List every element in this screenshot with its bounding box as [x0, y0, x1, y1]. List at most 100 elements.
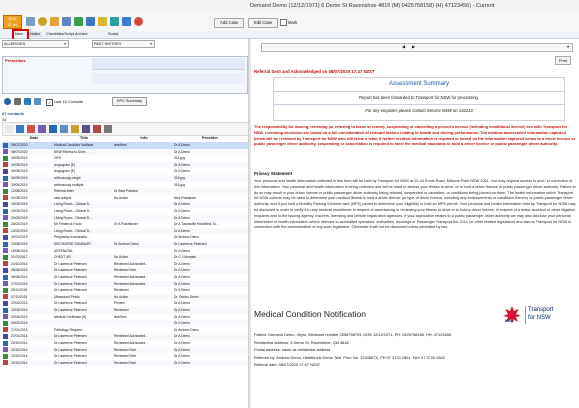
pause-icon[interactable] [14, 98, 21, 105]
consult-icon[interactable] [24, 98, 31, 105]
logo-line2: for NSW [528, 315, 551, 321]
search-icon[interactable] [110, 17, 119, 26]
table-row[interactable]: 06/06/2016 Dr Lawrence Petersen Reviewed S… [2, 267, 248, 274]
cell-title: OPG [54, 156, 62, 161]
computer-icon[interactable] [122, 17, 131, 26]
column-header-info[interactable]: Info [114, 135, 174, 141]
table-row[interactable]: 30/09/2019 Angiogram [E] Dr A Demo [2, 168, 248, 175]
privacy-header: Privacy Statement [254, 171, 293, 176]
table-row[interactable]: 20/10/2014 Dr Lawrence Petersen Reviewed S… [2, 346, 248, 354]
edit-case-button[interactable]: Edit Case [248, 18, 279, 28]
prev-document-icon[interactable]: ◀ [402, 44, 405, 49]
table-row[interactable]: 22/04/2015 Dr Lawrence Petersen Printed Dr … [2, 300, 248, 307]
tab-checklists[interactable]: Checklists/Script Archive [44, 32, 90, 37]
column-header-provider[interactable]: Provider [174, 135, 246, 141]
folder-icon[interactable] [98, 17, 107, 26]
table-row[interactable]: 27/01/2016 Dr Lawrence Petersen Reviewed A… [2, 280, 248, 288]
patient-icon[interactable] [26, 17, 35, 26]
cell-info: Reviewed Acknowled... [114, 261, 148, 266]
note-filter-icon[interactable] [49, 125, 57, 133]
table-row[interactable]: 27/01/2014 Dr Lawrence Petersen Reviewed A… [2, 333, 248, 340]
table-row[interactable]: 20/10/2014 Dr Lawrence Petersen Reviewed S… [2, 359, 248, 367]
mark-label: Mark [288, 20, 298, 25]
document-row-icon [3, 241, 8, 247]
table-row[interactable]: 20/03/2019 Living Room - Clinical D... Dr … [2, 208, 248, 215]
table-row[interactable]: 30/01/2019 Pregnancy examinatio... Dr Andr… [2, 234, 248, 241]
tab-notes[interactable]: Notes [28, 32, 42, 37]
heart-icon[interactable] [134, 17, 143, 26]
all-filter-icon[interactable] [5, 125, 13, 133]
table-row[interactable]: 06/06/2016 Dr Lawrence Petersen Reviewed A… [2, 274, 248, 281]
image-filter-icon[interactable] [71, 125, 79, 133]
table-row[interactable]: 12/08/2019 Referral letter Dr Best Practic… [2, 188, 248, 195]
cell-provider: Dr Andrew Demo [174, 235, 200, 240]
flask-icon[interactable] [86, 17, 95, 26]
people-icon[interactable] [38, 17, 47, 26]
pen-filter-icon[interactable] [38, 125, 46, 133]
table-row[interactable]: 15/08/2018 ANTENATAL Dr A Demo [2, 248, 248, 255]
privacy-statement: Your personal and health information col… [254, 179, 576, 230]
misc-filter-icon[interactable] [104, 125, 112, 133]
checklist-icon[interactable] [74, 17, 83, 26]
table-row[interactable]: 08/07/2020 NSW Fitness to Drive ... Dr A D… [2, 148, 248, 156]
cell-title: DISCHARGE SUMMARY [54, 242, 92, 246]
table-row[interactable]: 13/02/2019 Living Room - Clinical D... Dr … [2, 227, 248, 235]
print-button[interactable]: Print [555, 56, 571, 65]
cell-title: Dr Lawrence Petersen [54, 301, 87, 306]
document-row-icon [3, 168, 8, 174]
document-icon[interactable] [62, 17, 71, 26]
mark-checkbox[interactable] [280, 19, 287, 26]
cell-date: 27/01/2016 [11, 281, 28, 286]
history-select[interactable]: PAST HISTORY ▾ [92, 40, 155, 48]
table-row[interactable]: 30/09/2019 arthroscopy single 316.jpg [2, 175, 248, 182]
person-icon[interactable] [34, 98, 41, 105]
table-row[interactable]: 27/01/2015 Pathology Request Dr Andrew Dem… [2, 327, 248, 334]
cell-info: Reviewed Sent [114, 347, 137, 352]
add-case-button[interactable]: Add Case [214, 18, 245, 28]
cell-info: Reviewed Acknowled... [114, 275, 148, 279]
table-row[interactable]: 30/09/2019 OPG 314.jpg [2, 155, 248, 162]
document-navigator[interactable]: ◀ ▶ ▾ [261, 43, 573, 52]
logo-nsw-text: NSW [505, 319, 514, 323]
script-filter-icon[interactable] [93, 125, 101, 133]
table-row[interactable]: 03/02/2015 Dr A Demo [2, 320, 248, 327]
cell-title: CHEST XR [54, 255, 71, 260]
table-row[interactable]: 20/10/2014 Dr Lawrence Petersen Reviewed S… [2, 353, 248, 360]
chevron-down-icon[interactable]: ▾ [567, 44, 569, 49]
table-row[interactable]: 20/10/2014 Dr Lawrence Petersen Reviewed A… [2, 340, 248, 347]
table-row[interactable]: 20/03/2019 Living Room - Clinical D... Dr … [2, 201, 248, 208]
cell-provider: Dr A Demo [174, 301, 190, 306]
table-row[interactable]: 30/09/2019 arthroscopy multiple 315.jpg [2, 182, 248, 189]
allergies-select[interactable]: ALLERGIES ▾ [2, 40, 69, 48]
letter-filter-icon[interactable] [16, 125, 24, 133]
table-row[interactable]: 07/11/2015 Ultrasound Pelvis No Action Dr. … [2, 293, 248, 301]
tab-social[interactable]: Social [106, 32, 120, 37]
table-row[interactable]: 22/04/2015 Medical Certificate [K] text/ht… [2, 314, 248, 321]
next-document-icon[interactable]: ▶ [412, 44, 415, 49]
table-row[interactable]: 26/02/2019 Mr Frederick Focio Dr A Practit… [2, 221, 248, 228]
column-header-date[interactable]: Date [14, 135, 54, 141]
column-header-title[interactable]: Title [54, 135, 114, 141]
table-row[interactable]: 08/07/2020 Medical Condition Notificat tex… [2, 142, 248, 149]
cell-date: 30/09/2019 [11, 176, 28, 180]
epc-summary-button[interactable]: EPC Summary [112, 97, 148, 106]
table-row[interactable]: 31/07/2017 CHEST XR No Action Dr C J Morale… [2, 254, 248, 261]
wand-icon[interactable] [50, 17, 59, 26]
cell-provider: Dr A Demo [174, 275, 190, 279]
table-row[interactable]: 22/08/2018 DISCHARGE SUMMARY Dr Andrew Dem… [2, 241, 248, 248]
table-row[interactable]: 30/09/2019 Angiogram [E] Dr A Demo [2, 161, 248, 169]
cell-info: Printed [114, 301, 125, 306]
last-consults-checkbox[interactable]: ✓ [46, 99, 53, 106]
clipboard-filter-icon[interactable] [82, 125, 90, 133]
table-row[interactable]: 24/10/2016 Dr Lawrence Petersen Reviewed A… [2, 261, 248, 268]
cell-title: Dr Lawrence Petersen [54, 354, 87, 359]
table-row[interactable]: 25/11/2015 Dr Lawrence Petersen Reviewed Dr… [2, 287, 248, 294]
table-row[interactable]: 02/05/2019 new subject No Action Nick Rowla… [2, 195, 248, 202]
info-icon[interactable] [4, 98, 11, 105]
document-row-icon [3, 294, 8, 300]
table-row[interactable]: 22/04/2015 Dr Lawrence Petersen Reviewed Dr… [2, 307, 248, 314]
pathology-filter-icon[interactable] [27, 125, 35, 133]
table-row[interactable]: 20/03/2019 Living Room - Clinical D... Dr … [2, 214, 248, 222]
user-filter-icon[interactable] [60, 125, 68, 133]
cell-date: 08/07/2020 [11, 143, 28, 147]
